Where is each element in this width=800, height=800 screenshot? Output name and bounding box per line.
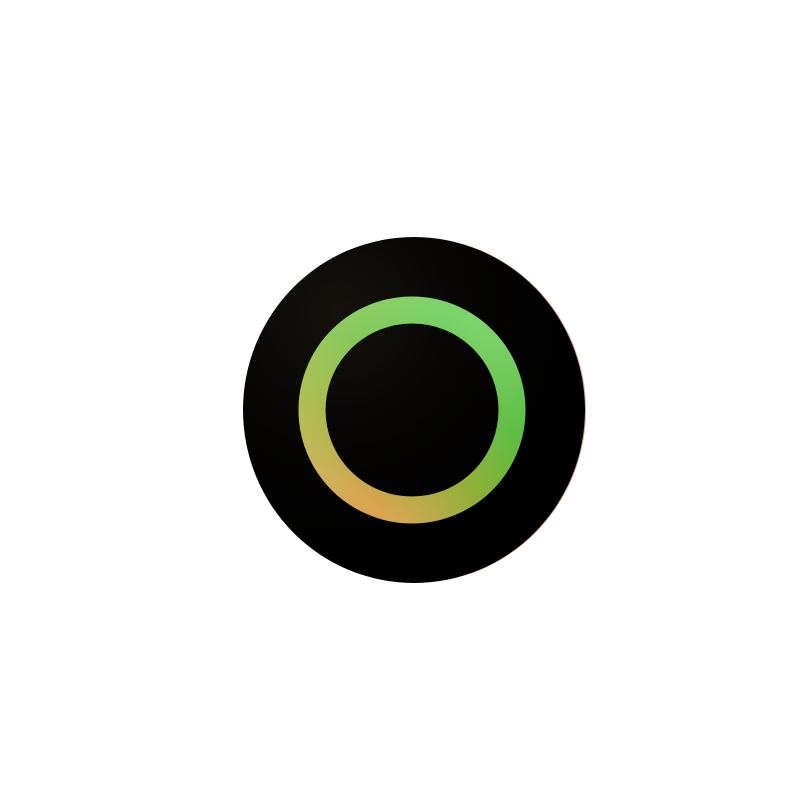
progress-ring-sheen [298,296,526,524]
app-icon-stage [0,0,800,800]
ring-icon [298,296,526,524]
